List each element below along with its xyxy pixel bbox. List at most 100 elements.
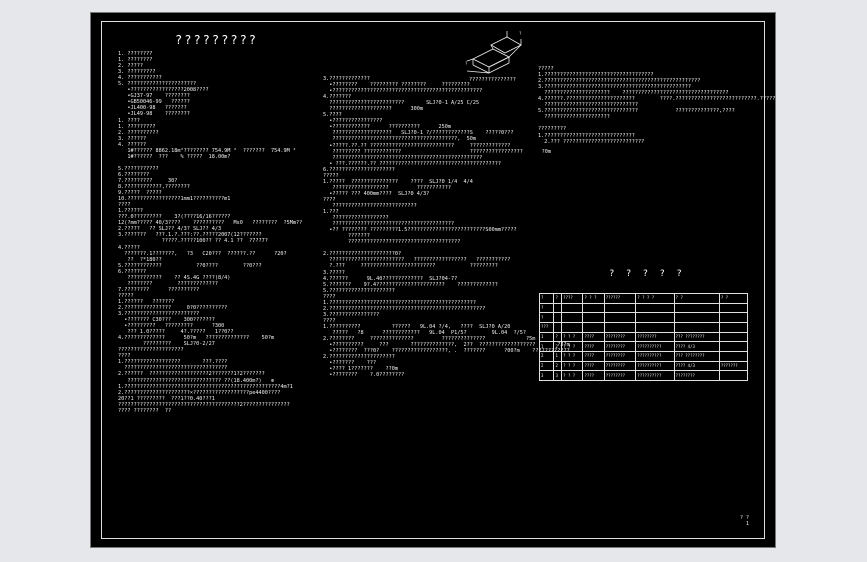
legend-cell: [673, 321, 720, 333]
note-line: ???? ???????? ??: [118, 407, 172, 414]
legend-row: 1 2? ? ??????????????????????????? 4/3: [538, 341, 749, 352]
legend-row: 1?? ? ???????????????????????? ????????: [538, 331, 749, 343]
isometric-detail-icon: ? ?: [465, 31, 522, 74]
legend-cell: [553, 312, 563, 323]
legend-cell: ????????: [603, 360, 637, 372]
legend-cell: [553, 302, 563, 314]
legend-cell: ????: [582, 341, 605, 352]
legend-cell: [603, 302, 637, 314]
legend-cell: [582, 312, 605, 323]
legend-cell: [718, 370, 749, 381]
legend-header-row: ??????? ? ???????? ? ? ?? ?? ?: [538, 293, 749, 304]
legend-header-cell: ? ? ? ?: [635, 293, 675, 304]
legend-header-cell: ?: [553, 293, 563, 304]
legend-cell: ????: [582, 370, 605, 381]
legend-header-cell: ????: [561, 293, 584, 304]
note-line: 1#?????? 8862.18m²???????? 754.9M ² ????…: [118, 147, 297, 154]
note-line: ???????????????????????????????????????2…: [118, 401, 290, 408]
legend-cell: ??? ????????: [673, 331, 720, 343]
sheet-number-value: 1: [745, 521, 749, 527]
legend-cell: ????????: [603, 350, 637, 362]
legend-cell: [718, 341, 749, 352]
legend-cell: ??????????: [635, 370, 675, 381]
legend-cell: ????????: [673, 370, 720, 381]
legend-cell: 1: [538, 341, 555, 352]
legend-cell: ??????????: [635, 341, 675, 352]
legend-cell: [635, 312, 675, 323]
legend-cell: ????????: [635, 331, 675, 343]
legend-title: ? ? ? ? ?: [609, 269, 685, 279]
legend-row: 3 3? ? ???????????????????????????????: [538, 370, 749, 381]
legend-cell: 2: [538, 350, 555, 362]
note-line: ????????? ???????????? ?????????????????…: [323, 148, 551, 155]
notes-column-middle: 3.????????????? •???????? ????????? ????…: [323, 76, 570, 378]
legend-cell: [718, 312, 749, 323]
legend-cell: [603, 321, 637, 333]
legend-header-cell: ??????: [603, 293, 637, 304]
legend-cell: 2: [553, 360, 563, 372]
drawing-title: ?????????: [175, 33, 259, 47]
legend-cell: [561, 302, 584, 314]
legend-cell: 2: [538, 360, 555, 372]
legend-row: 2 2? ? ??????????????????????????? 4/3???…: [538, 360, 749, 372]
legend-cell: 1: [538, 331, 555, 343]
svg-text:?: ?: [465, 61, 468, 66]
legend-table: ??????? ? ???????? ? ? ?? ?? ?????? 1?? ?…: [538, 293, 749, 381]
legend-cell: [553, 321, 563, 333]
legend-cell: [582, 321, 605, 333]
legend-cell: ?: [553, 331, 563, 343]
legend-cell: [635, 302, 675, 314]
legend-cell: [582, 302, 605, 314]
legend-cell: [718, 321, 749, 333]
notes-column-right: ????? 1.?????????????????????????????????…: [538, 66, 778, 145]
legend-cell: ????????: [603, 370, 637, 381]
note-line: 2.?????????????????????×????????????????…: [118, 389, 281, 396]
legend-cell: 3: [553, 370, 563, 381]
note-line: •???????? ?.0????????: [323, 372, 405, 379]
legend-header-cell: ? ?: [673, 293, 720, 304]
drawing-sheet: ????????? 1. ???????? 1. ???????? 2. ?????…: [90, 12, 778, 548]
legend-cell: ???? 4/3: [673, 360, 720, 372]
legend-cell: 2: [553, 341, 563, 352]
legend-cell: [603, 312, 637, 323]
legend-cell: ??????????: [635, 360, 675, 372]
legend-row: 2 1? ? ?????????????????????????? ???????…: [538, 350, 749, 362]
sheet-number: ? ? 1: [740, 515, 749, 527]
legend-cell: ????????: [603, 331, 637, 343]
legend-cell: ??????????: [635, 350, 675, 362]
legend-cell: [635, 321, 675, 333]
legend-row: ?: [538, 312, 749, 323]
legend-cell: [718, 350, 749, 362]
legend-row: ???: [538, 321, 749, 333]
note-line: 2.??? ??????????????????????????: [538, 138, 645, 145]
legend-cell: ????: [582, 360, 605, 372]
legend-cell: ? ? ?: [561, 370, 584, 381]
legend-cell: ?: [538, 302, 555, 314]
legend-row: ?: [538, 302, 749, 314]
notes-column-left: 1. ???????? 1. ???????? 2. ????? 3. ???????…: [118, 51, 302, 414]
legend-cell: ? ? ?: [561, 360, 584, 372]
note-line: ???????.1???????, ?3 C20??? ??????.?? ?2…: [118, 250, 287, 257]
note-line: 1.??????????????????????????????????????…: [118, 383, 293, 390]
svg-text:?: ?: [519, 31, 522, 36]
legend-cell: ???????: [718, 360, 749, 372]
iso-detail-caption: ???????????????: [469, 77, 516, 83]
legend-cell: ?: [538, 312, 555, 323]
legend-cell: [718, 331, 749, 343]
legend-cell: [673, 302, 720, 314]
legend-cell: [718, 302, 749, 314]
legend-cell: ???: [538, 321, 555, 333]
legend-cell: [673, 312, 720, 323]
legend-cell: ???? 4/3: [673, 341, 720, 352]
legend-cell: [561, 312, 584, 323]
legend-cell: 1: [553, 350, 563, 362]
legend-cell: [561, 321, 584, 333]
legend-cell: ? ? ?: [561, 350, 584, 362]
legend-header-cell: ?: [538, 293, 555, 304]
legend-cell: ? ? ?: [561, 341, 584, 352]
legend-cell: 3: [538, 370, 555, 381]
legend-cell: ??? ????????: [673, 350, 720, 362]
legend-cell: ????: [582, 350, 605, 362]
legend-header-cell: ? ?: [718, 293, 749, 304]
legend-header-cell: ? ? ?: [582, 293, 605, 304]
